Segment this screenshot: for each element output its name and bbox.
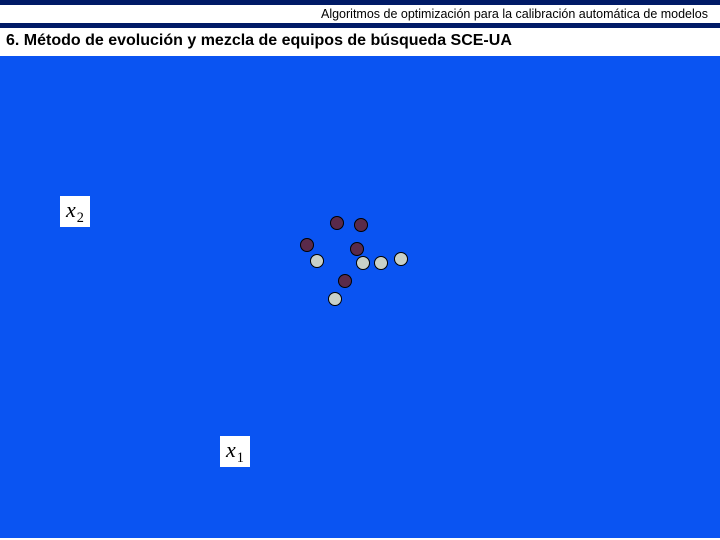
- axis-y-sub: 2: [77, 210, 84, 226]
- axis-x-var: x: [226, 437, 236, 462]
- scatter-point: [330, 216, 344, 230]
- axis-y-label: x2: [60, 196, 90, 227]
- axis-y-var: x: [66, 197, 76, 222]
- scatter-point: [394, 252, 408, 266]
- header-suptitle: Algoritmos de optimización para la calib…: [321, 7, 708, 21]
- axis-x-sub: 1: [237, 450, 244, 466]
- diagram-canvas: x2 x1: [0, 56, 720, 538]
- scatter-point: [338, 274, 352, 288]
- scatter-point: [374, 256, 388, 270]
- scatter-point: [354, 218, 368, 232]
- scatter-point: [356, 256, 370, 270]
- scatter-point: [310, 254, 324, 268]
- scatter-point: [350, 242, 364, 256]
- title-row: 6. Método de evolución y mezcla de equip…: [0, 28, 720, 56]
- section-title: 6. Método de evolución y mezcla de equip…: [6, 32, 512, 49]
- scatter-point: [328, 292, 342, 306]
- scatter-point: [300, 238, 314, 252]
- header-bar: Algoritmos de optimización para la calib…: [0, 0, 720, 28]
- axis-x-label: x1: [220, 436, 250, 467]
